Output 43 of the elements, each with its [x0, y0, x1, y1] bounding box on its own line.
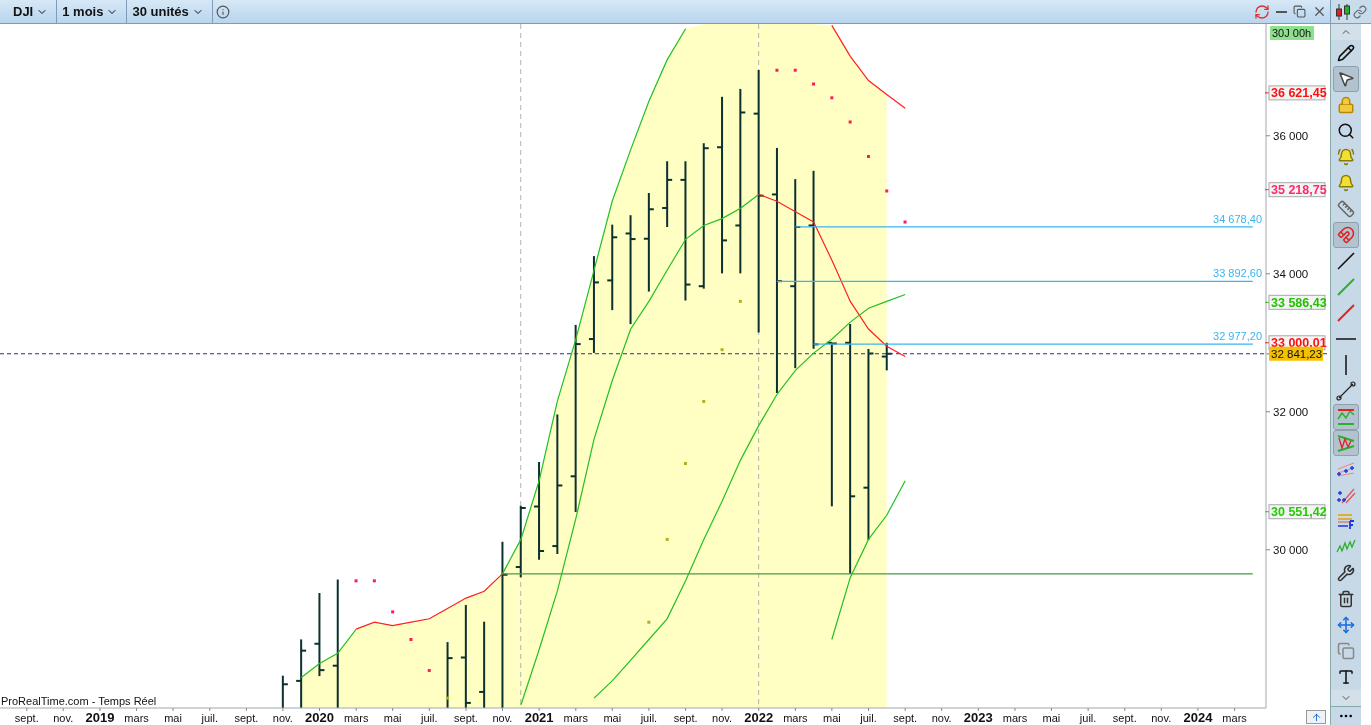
axis-label: 34 000 [1273, 267, 1309, 280]
axis-label: juil. [421, 712, 438, 724]
axis-label: 2019 [85, 710, 115, 725]
line-value-label: 32 977,20 [1213, 330, 1262, 343]
axis-label: 2024 [1183, 710, 1213, 725]
axis-label: nov. [931, 712, 952, 724]
axis-label: juil. [201, 712, 218, 724]
axis-label: 36 000 [1273, 129, 1309, 142]
source-label: ProRealTime.com - Temps Réel [1, 695, 157, 707]
axis-label: mai [603, 712, 622, 724]
axis-label: sept. [893, 712, 918, 724]
axis-label: sept. [1112, 712, 1137, 724]
axis-label: mai [383, 712, 402, 724]
axis-label: mai [1042, 712, 1061, 724]
axis-label: mars [563, 712, 588, 724]
axis-label: sept. [454, 712, 478, 724]
axis-label: 2021 [524, 710, 554, 725]
axis-label: mai [164, 712, 182, 724]
axis-label: sept. [673, 712, 698, 724]
axis-label: 2020 [305, 710, 334, 725]
timer-badge: 30J 00h [1270, 26, 1314, 40]
axis-label: 32 000 [1273, 405, 1309, 418]
axis-label: 2022 [744, 710, 774, 725]
axis-label: nov. [492, 712, 513, 724]
line-value-label: 33 892,60 [1213, 267, 1262, 280]
axis-label: juil. [860, 712, 877, 724]
axis-label: mars [783, 712, 808, 724]
axis-label: mars [1222, 712, 1247, 724]
axis-label: mai [823, 712, 841, 724]
axis-label: juil. [1079, 712, 1097, 724]
axis-label: mars [1002, 712, 1028, 724]
line-value-label: 34 678,40 [1213, 212, 1262, 225]
axis-label: nov. [712, 712, 733, 724]
axis-label: mars [124, 712, 149, 724]
axis-label: 30 000 [1273, 543, 1309, 556]
axis-label: mars [343, 712, 369, 724]
axis-label: nov. [53, 712, 74, 724]
axis-label: juil. [640, 712, 658, 724]
axis-label: sept. [14, 712, 39, 724]
axis-label: sept. [234, 712, 259, 724]
axis-label: 2023 [963, 710, 993, 725]
axis-label: nov. [1151, 712, 1172, 724]
axis-label: nov. [272, 712, 293, 724]
